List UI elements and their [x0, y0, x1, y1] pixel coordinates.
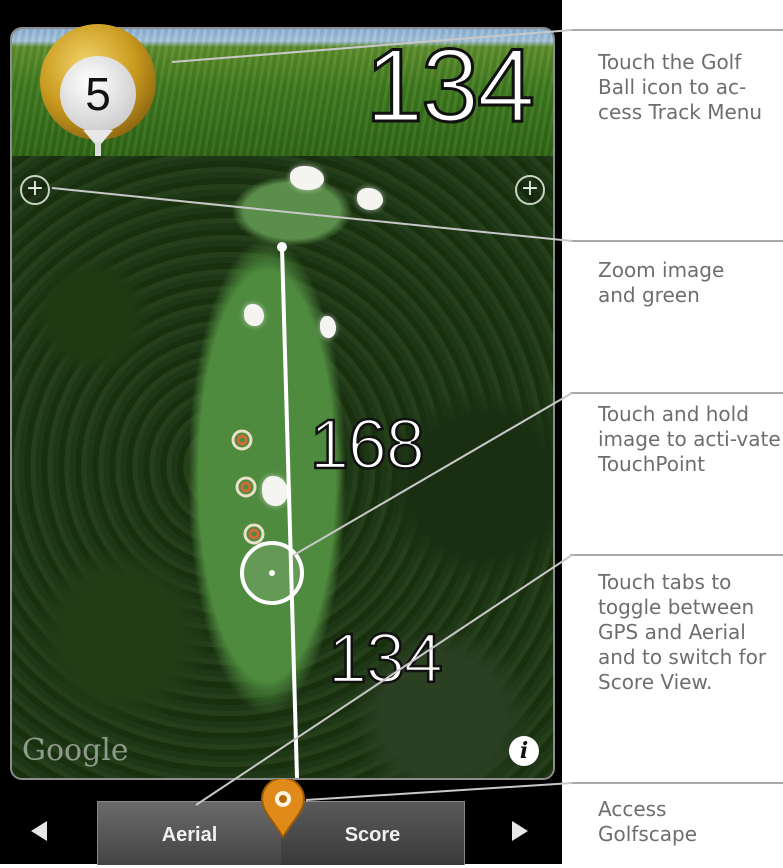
target-markers — [231, 429, 265, 545]
tab-aerial[interactable]: Aerial — [98, 802, 281, 865]
callout-touchpoint: Touch and hold image to acti-vate TouchP… — [598, 402, 781, 476]
golfscape-pin-icon[interactable] — [258, 777, 308, 839]
callout-divider — [570, 240, 783, 242]
callout-tabs: Touch tabs to toggle between GPS and Aer… — [598, 570, 767, 694]
next-hole-arrow-icon[interactable] — [512, 821, 528, 841]
phone-screen: 134 + + 168 134 Google i 5 Aerial Score — [0, 0, 562, 865]
callout-divider — [570, 782, 783, 784]
shot-line — [280, 246, 299, 778]
callout-golfscape: Access Golfscape — [598, 797, 698, 846]
callout-divider — [570, 554, 783, 556]
callout-panel: Touch the Golf Ball icon to ac-cess Trac… — [562, 0, 783, 864]
pin-point — [277, 242, 287, 252]
hole-number: 5 — [85, 68, 111, 120]
golf-ball-icon[interactable]: 5 — [25, 22, 171, 166]
callout-divider — [570, 392, 783, 394]
tab-score[interactable]: Score — [281, 802, 464, 865]
callout-zoom: Zoom image and green — [598, 258, 725, 307]
callout-divider — [570, 29, 783, 31]
callout-golf-ball: Touch the Golf Ball icon to ac-cess Trac… — [598, 50, 763, 124]
prev-hole-arrow-icon[interactable] — [31, 821, 47, 841]
